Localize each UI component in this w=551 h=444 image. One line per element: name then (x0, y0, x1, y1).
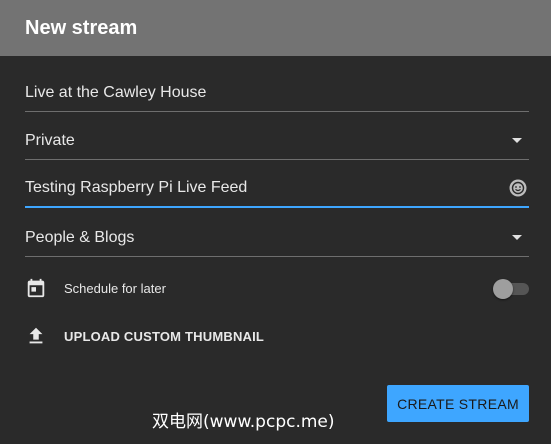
caret-down-icon (512, 235, 522, 240)
stream-title-field[interactable]: Live at the Cawley House (25, 74, 529, 112)
visibility-value: Private (25, 131, 75, 149)
schedule-row[interactable]: Schedule for later (25, 277, 166, 299)
upload-icon (29, 327, 43, 344)
watermark-text: 双电网(www.pcpc.me) (152, 412, 335, 432)
schedule-toggle[interactable] (493, 279, 529, 299)
create-stream-button[interactable]: CREATE STREAM (387, 385, 529, 422)
emoji-icon[interactable] (509, 179, 527, 197)
dialog-title: New stream (25, 16, 138, 39)
toggle-thumb (493, 279, 513, 299)
visibility-select[interactable]: Private (25, 122, 529, 160)
category-select[interactable]: People & Blogs (25, 219, 529, 257)
category-value: People & Blogs (25, 228, 135, 246)
stream-title-value: Live at the Cawley House (25, 83, 207, 101)
caret-down-icon (512, 138, 522, 143)
upload-thumbnail-label: UPLOAD CUSTOM THUMBNAIL (64, 328, 265, 344)
calendar-icon (27, 278, 45, 298)
new-stream-dialog: New stream Live at the Cawley House Priv… (0, 0, 551, 444)
stream-description-value: Testing Raspberry Pi Live Feed (25, 179, 248, 196)
upload-thumbnail-button[interactable]: UPLOAD CUSTOM THUMBNAIL (25, 325, 264, 347)
stream-description-field[interactable]: Testing Raspberry Pi Live Feed (25, 170, 529, 208)
dialog-header: New stream (0, 0, 551, 56)
schedule-label: Schedule for later (64, 280, 166, 296)
